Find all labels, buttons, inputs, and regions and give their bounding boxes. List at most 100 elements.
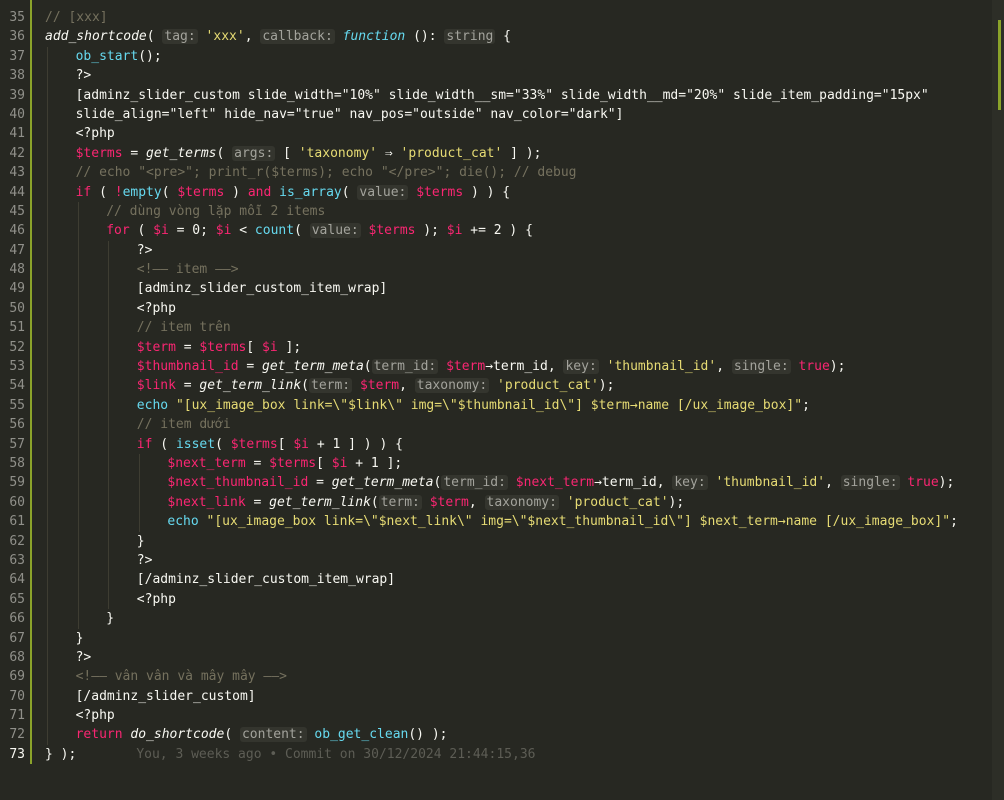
indent-guide — [77, 221, 79, 241]
indent-guide — [77, 492, 79, 513]
code-editor[interactable]: 35// [xxx] 36 add_shortcode( tag: 'xxx', c… — [0, 0, 1004, 800]
code-line[interactable]: 70 [/adminz_slider_custom] — [0, 686, 992, 707]
code-line[interactable]: 42 $terms = get_terms( args: [ 'taxonomy'… — [0, 143, 992, 164]
code-line[interactable]: 38 ?> — [0, 66, 992, 86]
code-token: ); — [829, 359, 846, 375]
code-token: $term — [136, 339, 176, 355]
code-line[interactable]: 53 $thumbnail_id = get_term_meta(term_id:… — [0, 357, 992, 377]
scrollbar-change-marker — [998, 20, 1001, 110]
code-token: $next_link — [167, 494, 246, 510]
code-line[interactable]: 65 <?php — [0, 589, 992, 610]
line-content: echo "[ux_image_box link=\"$next_link\" … — [45, 514, 958, 529]
code-token: [ — [275, 145, 299, 161]
indent-guide — [47, 279, 48, 299]
code-line[interactable]: 66} — [0, 609, 992, 629]
code-token: get_term_meta — [262, 359, 364, 375]
indent-guide — [77, 589, 79, 610]
line-content: for ( $i = 0; $i < count( value: $terms … — [45, 223, 533, 239]
indent-guide — [108, 531, 110, 551]
code-line[interactable]: 71 <?php — [0, 706, 992, 726]
indent-guide — [47, 221, 48, 241]
line-number: 50 — [9, 300, 25, 316]
indent-guide — [77, 376, 79, 396]
code-token: $terms — [269, 455, 317, 471]
vertical-scrollbar[interactable] — [992, 0, 1004, 800]
code-line[interactable]: 36 add_shortcode( tag: 'xxx', callback: f… — [0, 27, 992, 46]
code-line[interactable]: 61 echo "[ux_image_box link=\"$next_link\… — [0, 512, 992, 532]
indent-guide — [77, 298, 79, 319]
code-token: ?> — [136, 552, 153, 568]
code-token: , — [399, 378, 415, 394]
code-line[interactable]: 41 <?php — [0, 124, 992, 144]
indent-guide — [47, 163, 48, 183]
code-token: isset — [175, 436, 216, 452]
code-line[interactable]: 40 slide_align="left" hide_nav="true" nav… — [0, 104, 992, 125]
code-line[interactable]: 49 [adminz_slider_custom_item_wrap] — [0, 279, 992, 299]
code-line[interactable]: 50 <?php — [0, 298, 992, 319]
line-number: 41 — [9, 126, 25, 142]
line-content: // [xxx] — [45, 10, 108, 25]
indent-guide — [108, 570, 110, 590]
inlay-hint: args: — [232, 145, 276, 161]
code-line[interactable]: 62} — [0, 531, 992, 551]
line-number: 36 — [9, 29, 25, 45]
code-line[interactable]: 68 ?> — [0, 647, 992, 668]
code-token: add_shortcode — [45, 29, 147, 45]
inlay-hint: tag: — [162, 29, 198, 45]
code-line[interactable]: 56 // item dưới — [0, 415, 992, 435]
inlay-hint: single: — [840, 475, 900, 491]
code-line[interactable]: 72 return do_shortcode( content: ob_get_c… — [0, 725, 992, 745]
code-token: $term — [359, 378, 400, 394]
code-line[interactable]: 73} ); You, 3 weeks ago • Commit on 30/12… — [0, 745, 992, 764]
code-token: $i — [331, 455, 348, 471]
code-token: $terms — [177, 184, 225, 200]
code-line[interactable]: 45 // dùng vòng lặp mỗi 2 items — [0, 201, 992, 222]
code-token: ( — [129, 223, 154, 239]
code-line[interactable]: 67} — [0, 628, 992, 648]
code-token: < — [231, 223, 255, 239]
code-line[interactable]: 60 $next_link = get_term_link(term: $term… — [0, 492, 992, 513]
code-line[interactable]: 48 <!—— item ——> — [0, 260, 992, 280]
indent-guide — [77, 570, 79, 590]
indent-guide — [47, 85, 48, 105]
code-line[interactable]: 54 $link = get_term_link(term: $term, tax… — [0, 376, 992, 396]
indent-guide — [47, 376, 48, 396]
code-line[interactable]: 52 $term = $terms[ $i ]; — [0, 337, 992, 358]
code-line[interactable]: 58 $next_term = $terms[ $i + 1 ]; — [0, 453, 992, 474]
code-area[interactable]: 35// [xxx] 36 add_shortcode( tag: 'xxx', c… — [0, 8, 992, 764]
code-line[interactable]: 39 [adminz_slider_custom slide_width="10%… — [0, 85, 992, 105]
indent-guide — [77, 279, 79, 299]
code-token: and — [247, 184, 272, 200]
code-line[interactable]: 63 ?> — [0, 550, 992, 571]
line-content: <!—— vân vân và mây mây ——> — [45, 669, 287, 684]
indent-guide — [47, 143, 48, 164]
code-line[interactable]: 64 [/adminz_slider_custom_item_wrap] — [0, 570, 992, 590]
code-line[interactable]: 51 // item trên — [0, 318, 992, 338]
code-token: <?php — [75, 126, 115, 142]
code-token: ]; — [277, 339, 302, 355]
code-line[interactable]: 44 if ( !empty( $terms ) and is_array( va… — [0, 182, 992, 202]
code-token: 'product_cat' — [497, 378, 599, 394]
indent-guide — [47, 589, 48, 610]
indent-guide — [138, 492, 140, 513]
inlay-hint: taxonomy: — [414, 378, 490, 394]
indent-guide — [108, 434, 110, 454]
line-number: 45 — [9, 203, 25, 219]
code-line[interactable]: 55 echo "[ux_image_box link=\"$link\" img… — [0, 395, 992, 416]
code-token: $i — [446, 223, 463, 239]
line-content: $next_thumbnail_id = get_term_meta(term_… — [45, 475, 954, 491]
line-number: 44 — [9, 184, 25, 200]
code-line[interactable]: 57 if ( isset( $terms[ $i + 1 ] ) ) { — [0, 434, 992, 454]
code-line[interactable]: 69 <!—— vân vân và mây mây ——> — [0, 667, 992, 687]
indent-guide — [108, 240, 110, 261]
indent-guide — [108, 550, 110, 571]
code-token: $next_thumbnail_id — [167, 475, 309, 491]
line-number: 64 — [9, 572, 25, 588]
code-line[interactable]: 37 ob_start(); — [0, 46, 992, 67]
code-line[interactable]: 35 // [xxx] — [0, 8, 992, 27]
code-line[interactable]: 46 for ( $i = 0; $i < count( value: $term… — [0, 221, 992, 241]
code-line[interactable]: 47 ?> — [0, 240, 992, 261]
code-line[interactable]: 43 // echo "<pre>"; print_r($terms); echo… — [0, 163, 992, 183]
code-line[interactable]: 59 $next_thumbnail_id = get_term_meta(ter… — [0, 473, 992, 493]
